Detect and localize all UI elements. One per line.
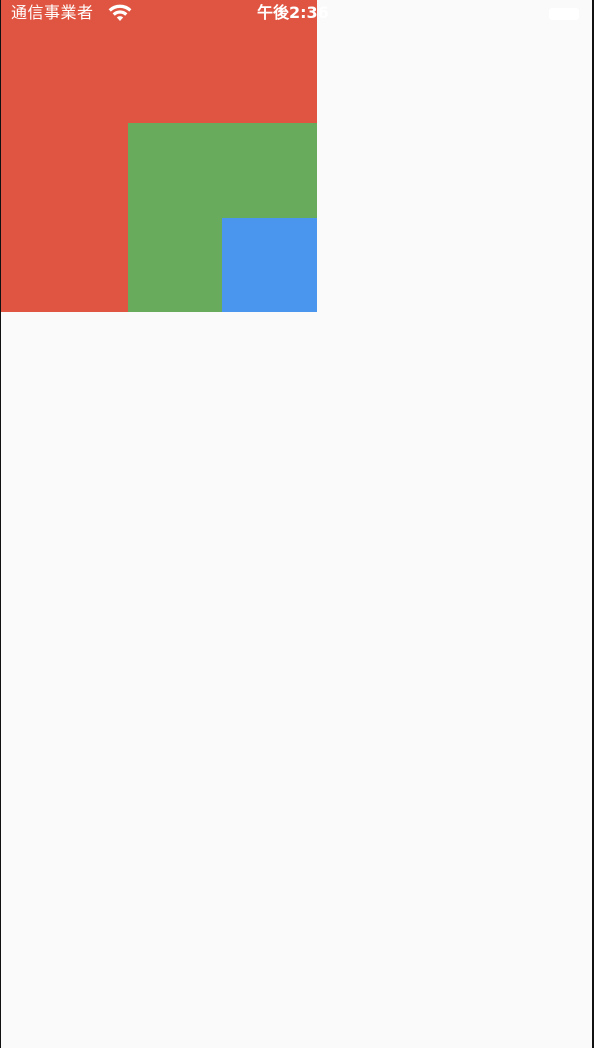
status-time: 午後2:36	[257, 3, 329, 22]
inner-blue-box	[222, 218, 317, 312]
battery-icon	[549, 8, 579, 20]
wifi-icon	[108, 4, 132, 22]
status-bar: 通信事業者 午後2:36	[1, 0, 592, 28]
carrier-label: 通信事業者	[11, 3, 94, 22]
app-screen: 通信事業者 午後2:36	[0, 0, 594, 1048]
